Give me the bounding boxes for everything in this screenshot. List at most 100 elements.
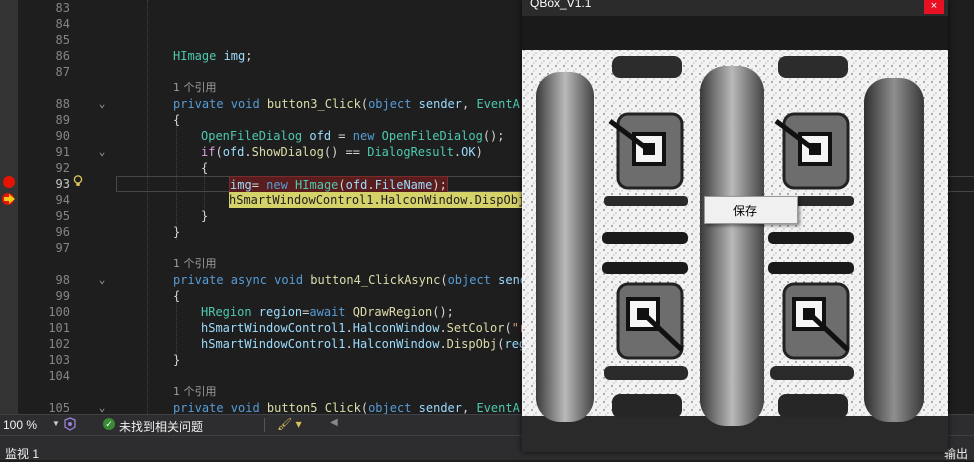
code-token: ) bbox=[475, 145, 483, 159]
reference-count-link[interactable]: 1 个引用 bbox=[173, 80, 217, 96]
code-token: img bbox=[223, 49, 246, 63]
line-number: 83 bbox=[55, 1, 70, 15]
code-token: } bbox=[173, 225, 181, 239]
code-token: { bbox=[201, 161, 209, 175]
extension-icon[interactable] bbox=[64, 417, 76, 431]
code-text[interactable]: HRegion region=await QDrawRegion(); bbox=[201, 304, 454, 320]
code-text[interactable]: } bbox=[173, 352, 180, 368]
code-text[interactable]: hSmartWindowControl1.HalconWindow.DispOb… bbox=[201, 336, 533, 352]
code-token: . bbox=[345, 321, 353, 335]
code-token: (); bbox=[432, 305, 454, 319]
line-number: 100 bbox=[48, 305, 70, 319]
code-token: if bbox=[201, 145, 216, 159]
line-number: 90 bbox=[55, 129, 70, 143]
fold-toggle-icon[interactable]: ⌄ bbox=[96, 96, 108, 112]
code-cleanup-icon[interactable]: 🖌 ▾ bbox=[277, 417, 302, 431]
code-token: HalconWindow bbox=[352, 337, 440, 351]
code-text[interactable]: { bbox=[173, 288, 180, 304]
code-token: await bbox=[309, 305, 353, 319]
code-text[interactable]: { bbox=[201, 160, 208, 176]
line-number: 93 bbox=[55, 177, 70, 191]
code-token: { bbox=[173, 113, 181, 127]
code-text[interactable]: private void button5_Click(object sender… bbox=[173, 400, 542, 414]
code-token: , bbox=[462, 97, 477, 111]
line-number: 88 bbox=[55, 97, 70, 111]
check-icon: ✓ bbox=[103, 418, 115, 430]
code-token: object bbox=[368, 97, 419, 111]
line-number: 102 bbox=[48, 337, 70, 351]
window-title-bar[interactable]: QBox_V1.1 × bbox=[522, 0, 948, 16]
code-token: , bbox=[462, 401, 477, 414]
code-text[interactable]: hSmartWindowControl1.HalconWindow.DispOb… bbox=[229, 192, 533, 208]
code-token: ofd bbox=[345, 178, 368, 192]
tab-watch[interactable]: 监视 1 bbox=[5, 445, 39, 462]
code-token: (); bbox=[482, 129, 505, 143]
breakpoint-icon[interactable] bbox=[3, 176, 15, 188]
scroll-left-icon[interactable]: ◀ bbox=[330, 417, 338, 428]
line-number: 101 bbox=[48, 321, 70, 335]
line-number: 92 bbox=[55, 161, 70, 175]
code-token: private void bbox=[173, 401, 267, 414]
line-number: 104 bbox=[48, 369, 70, 383]
lightbulb-icon[interactable] bbox=[73, 175, 83, 187]
line-number: 96 bbox=[55, 225, 70, 239]
code-token: ofd bbox=[222, 145, 245, 159]
line-number: 87 bbox=[55, 65, 70, 79]
code-token: } bbox=[173, 353, 181, 367]
code-token: ( bbox=[440, 273, 448, 287]
lead-frame-bar bbox=[536, 72, 594, 422]
code-token: private void bbox=[173, 97, 267, 111]
code-token: ; bbox=[245, 49, 253, 63]
line-number: 103 bbox=[48, 353, 70, 367]
fold-toggle-icon[interactable]: ⌄ bbox=[96, 272, 108, 288]
reference-count-link[interactable]: 1 个引用 bbox=[173, 384, 217, 400]
code-token: } bbox=[201, 209, 209, 223]
qbox-window[interactable]: QBox_V1.1 × bbox=[522, 0, 948, 452]
zoom-level[interactable]: 100 % bbox=[3, 418, 37, 432]
line-number: 89 bbox=[55, 113, 70, 127]
separator bbox=[264, 418, 265, 432]
code-text[interactable]: if(ofd.ShowDialog() == DialogResult.OK) bbox=[201, 144, 483, 160]
code-text[interactable]: } bbox=[173, 224, 180, 240]
code-token: OpenFileDialog bbox=[201, 129, 310, 143]
code-token: ofd bbox=[309, 129, 332, 143]
fold-toggle-icon[interactable]: ⌄ bbox=[96, 400, 108, 414]
window-title: QBox_V1.1 bbox=[530, 0, 592, 10]
code-text[interactable]: HImage img; bbox=[173, 48, 253, 64]
code-token: ShowDialog bbox=[251, 145, 324, 159]
close-button[interactable]: × bbox=[924, 0, 944, 14]
line-number: 97 bbox=[55, 241, 70, 255]
code-token: button4_ClickAsync bbox=[310, 273, 441, 287]
line-number: 95 bbox=[55, 209, 70, 223]
code-token: sender bbox=[418, 401, 463, 414]
code-token: button3_Click bbox=[266, 97, 361, 111]
code-text[interactable]: hSmartWindowControl1.HalconWindow.SetCol… bbox=[201, 320, 533, 336]
fold-toggle-icon[interactable]: ⌄ bbox=[96, 144, 108, 160]
code-token: HImage bbox=[173, 49, 224, 63]
code-token: object bbox=[368, 401, 419, 414]
line-number: 86 bbox=[55, 49, 70, 63]
code-token: () == bbox=[323, 145, 368, 159]
code-token: . bbox=[439, 321, 447, 335]
code-token: hSmartWindowControl1.HalconWindow.DispOb… bbox=[229, 193, 533, 207]
code-text[interactable]: OpenFileDialog ofd = new OpenFileDialog(… bbox=[201, 128, 505, 144]
image-canvas[interactable] bbox=[522, 16, 948, 452]
code-token: . bbox=[244, 145, 252, 159]
code-token: HImage bbox=[295, 178, 339, 192]
reference-count-link[interactable]: 1 个引用 bbox=[173, 256, 217, 272]
code-text[interactable]: private void button3_Click(object sender… bbox=[173, 96, 542, 112]
halcon-image bbox=[522, 16, 948, 452]
zoom-dropdown-icon[interactable]: ▼ bbox=[52, 419, 60, 428]
code-text[interactable]: } bbox=[201, 208, 208, 224]
code-text[interactable]: private async void button4_ClickAsync(ob… bbox=[173, 272, 542, 288]
menu-item-save[interactable]: 保存 bbox=[733, 202, 757, 219]
code-token: . bbox=[439, 337, 447, 351]
code-text[interactable]: { bbox=[173, 112, 180, 128]
line-number: 94 bbox=[55, 193, 70, 207]
code-token: button5_Click bbox=[266, 401, 361, 414]
code-token: ( bbox=[338, 178, 346, 192]
code-token: HRegion bbox=[201, 305, 259, 319]
code-token: SetColor bbox=[446, 321, 505, 335]
code-token: HalconWindow bbox=[352, 321, 440, 335]
issues-status[interactable]: 未找到相关问题 bbox=[119, 418, 203, 435]
